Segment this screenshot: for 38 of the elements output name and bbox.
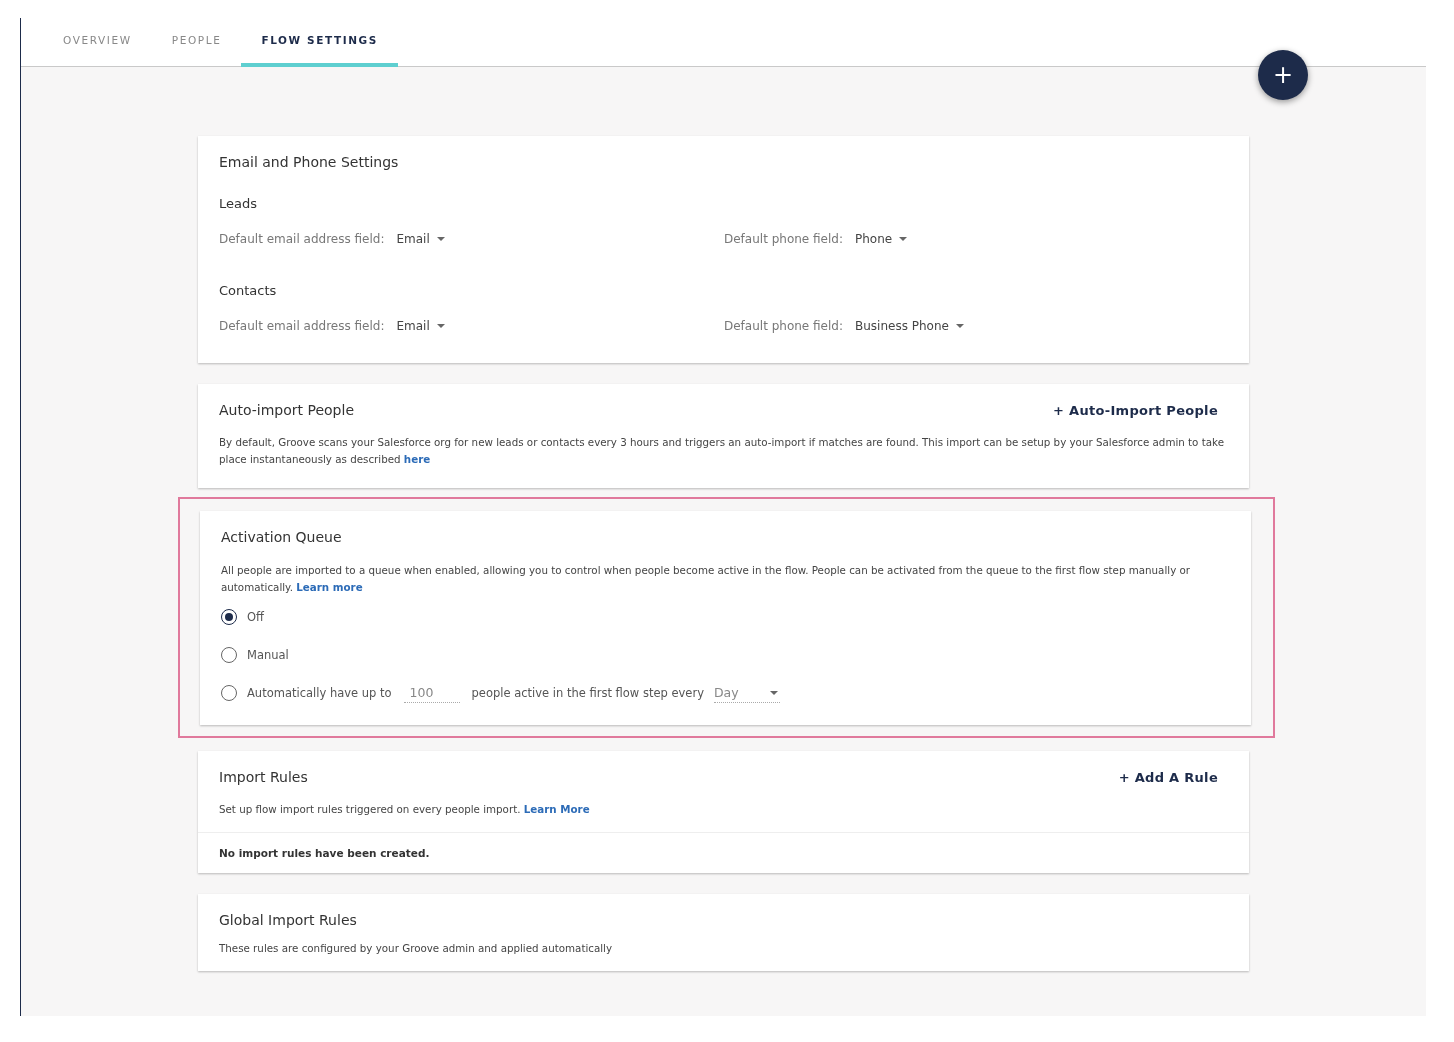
caret-icon	[955, 324, 964, 328]
description-text: Set up flow import rules triggered on every people import. Learn More	[219, 802, 591, 817]
description-text: These rules are configured by your Groove admin and applied automatically	[219, 941, 614, 956]
link[interactable]: Learn More	[523, 803, 590, 815]
caret-icon	[436, 324, 445, 328]
description-text: By default, Groove scans your Salesforce org for new leads or contacts every 3 hours and triggers an auto-import if matches are found. This import can be setup by your Salesforce admin to take place instantaneously as described here	[219, 435, 1225, 467]
period-dropdown[interactable]: Day	[713, 683, 780, 703]
email-dropdown[interactable]: Email	[396, 319, 445, 333]
field-label: Default email address field:	[219, 319, 385, 333]
add-button[interactable]: +	[1258, 50, 1308, 100]
group-title: Leads	[219, 196, 258, 211]
card-title: Auto-import People	[219, 402, 354, 418]
tab[interactable]: PEOPLE	[151, 18, 242, 67]
option-label: Automatically have up to	[247, 686, 392, 700]
option-label: Manual	[247, 648, 289, 662]
option-label: people active in the first flow step every	[471, 686, 704, 700]
field-label: Default email address field:	[219, 232, 385, 246]
tab[interactable]: OVERVIEW	[43, 18, 152, 67]
link[interactable]: Learn more	[296, 581, 363, 593]
card-title: Import Rules	[219, 769, 308, 785]
caret-icon	[899, 237, 908, 241]
card-title: Global Import Rules	[219, 912, 358, 928]
caret-icon	[769, 690, 778, 695]
link[interactable]: here	[403, 453, 431, 465]
add-rule-button[interactable]: + Add A Rule	[1118, 769, 1228, 785]
phone-dropdown[interactable]: Business Phone	[854, 319, 964, 333]
email-dropdown[interactable]: Email	[396, 232, 445, 246]
field-label: Default phone field:	[724, 232, 843, 246]
empty-message: No import rules have been created.	[219, 846, 431, 859]
phone-dropdown[interactable]: Phone	[854, 232, 908, 246]
card-title: Activation Queue	[221, 529, 343, 545]
group-title: Contacts	[219, 283, 278, 298]
field-label: Default phone field:	[724, 319, 843, 333]
card-title: Email and Phone Settings	[219, 154, 400, 170]
auto-import-button[interactable]: + Auto-Import People	[1053, 402, 1228, 418]
caret-icon	[436, 237, 445, 241]
description-text: All people are imported to a queue when enabled, allowing you to control when people become active in the flow. People can be activated from the queue to the first flow step manually or automatically. Learn more	[221, 563, 1192, 595]
option-label: Off	[247, 610, 264, 624]
